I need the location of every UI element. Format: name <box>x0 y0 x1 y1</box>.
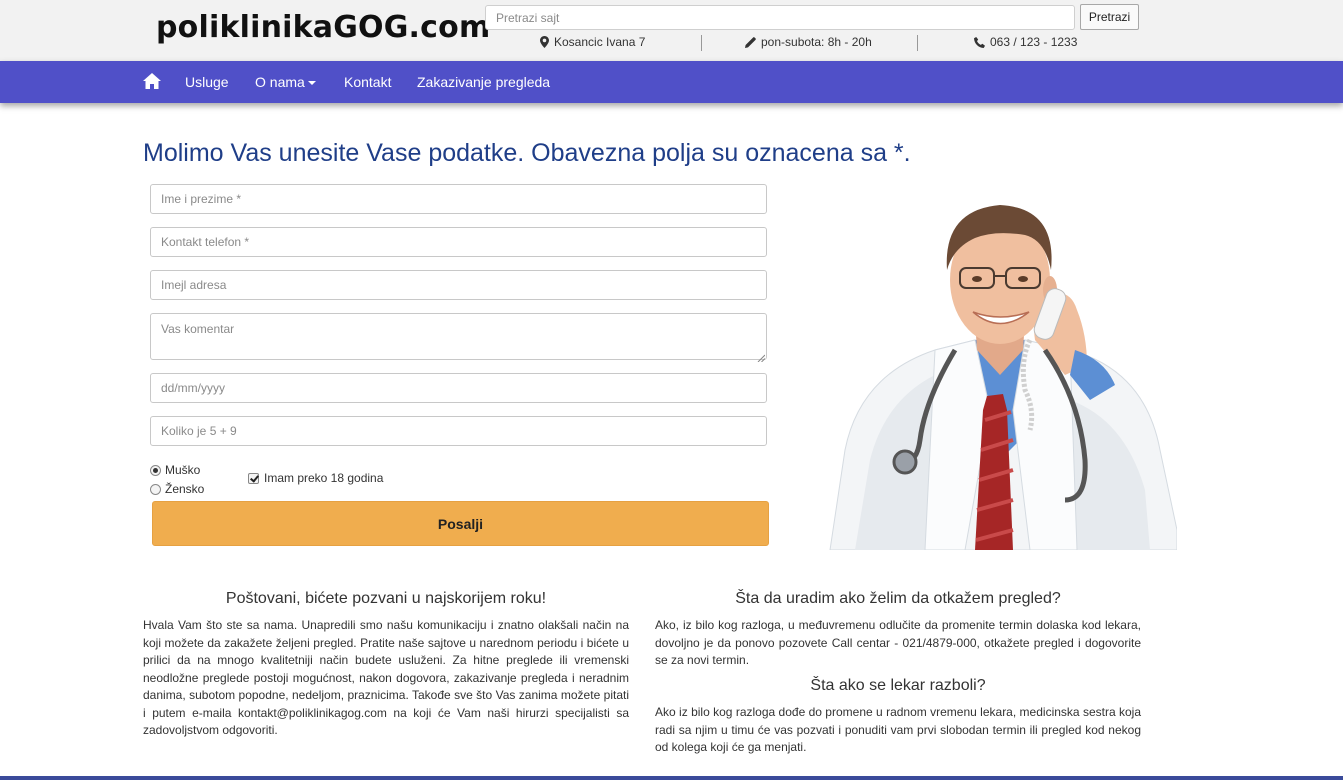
nav-item-o-nama-label: O nama <box>255 74 305 90</box>
phone-icon <box>974 36 985 48</box>
email-field[interactable] <box>150 270 767 300</box>
footer-divider <box>0 776 1343 780</box>
address-info: Kosancic Ivana 7 <box>540 35 645 49</box>
caret-down-icon <box>307 81 316 86</box>
search-input[interactable] <box>485 5 1075 30</box>
adult-checkbox-option[interactable]: Imam preko 18 godina <box>248 471 383 485</box>
nav-item-usluge[interactable]: Usluge <box>185 74 229 90</box>
right-section-text: Ako, iz bilo kog razloga, u međuvremenu … <box>655 618 1141 667</box>
captcha-field[interactable] <box>150 416 767 446</box>
hours-info: pon-subota: 8h - 20h <box>745 35 872 49</box>
adult-checkbox[interactable] <box>248 472 259 484</box>
map-marker-icon <box>540 36 549 48</box>
gender-male-label: Muško <box>165 463 201 477</box>
nav-item-o-nama[interactable]: O nama <box>255 74 316 90</box>
nav-item-zakazivanje[interactable]: Zakazivanje pregleda <box>417 74 550 90</box>
resize-handle-icon[interactable] <box>757 349 766 367</box>
left-section-text: Hvala Vam što ste sa nama. Unapredili sm… <box>143 618 629 737</box>
hours-text: pon-subota: 8h - 20h <box>761 35 872 49</box>
divider <box>917 35 918 51</box>
radio-female[interactable] <box>150 483 161 495</box>
phone-field[interactable] <box>150 227 767 257</box>
pencil-icon <box>745 36 756 48</box>
adult-checkbox-label: Imam preko 18 godina <box>264 471 384 485</box>
address-text: Kosancic Ivana 7 <box>554 35 646 49</box>
top-header: poliklinikaGOG.com Pretrazi Kosancic Iva… <box>0 0 1343 61</box>
home-icon[interactable] <box>143 73 161 94</box>
right-section-text-2: Ako iz bilo kog razloga dođe do promene … <box>655 705 1141 754</box>
radio-male[interactable] <box>150 464 161 476</box>
doctor-image <box>825 200 1178 551</box>
nav-item-kontakt[interactable]: Kontakt <box>344 74 391 90</box>
site-logo[interactable]: poliklinikaGOG.com <box>156 10 490 45</box>
date-field[interactable] <box>150 373 767 403</box>
phone-text: 063 / 123 - 1233 <box>990 35 1078 49</box>
search-button[interactable]: Pretrazi <box>1080 4 1139 30</box>
gender-male-option[interactable]: Muško <box>150 463 200 477</box>
main-navbar: Usluge O nama Kontakt Zakazivanje pregle… <box>0 61 1343 103</box>
gender-female-option[interactable]: Žensko <box>150 482 204 496</box>
divider <box>701 35 702 51</box>
page-title: Molimo Vas unesite Vase podatke. Obavezn… <box>143 139 911 167</box>
name-field[interactable] <box>150 184 767 214</box>
phone-info: 063 / 123 - 1233 <box>974 35 1077 49</box>
right-section-title-2: Šta ako se lekar razboli? <box>810 677 986 694</box>
right-section-title: Šta da uradim ako želim da otkažem pregl… <box>735 590 1061 607</box>
left-section-title: Poštovani, bićete pozvani u najskorijem … <box>225 590 547 607</box>
comment-field[interactable] <box>150 313 767 360</box>
gender-female-label: Žensko <box>165 482 205 496</box>
submit-button[interactable]: Posalji <box>152 501 769 546</box>
